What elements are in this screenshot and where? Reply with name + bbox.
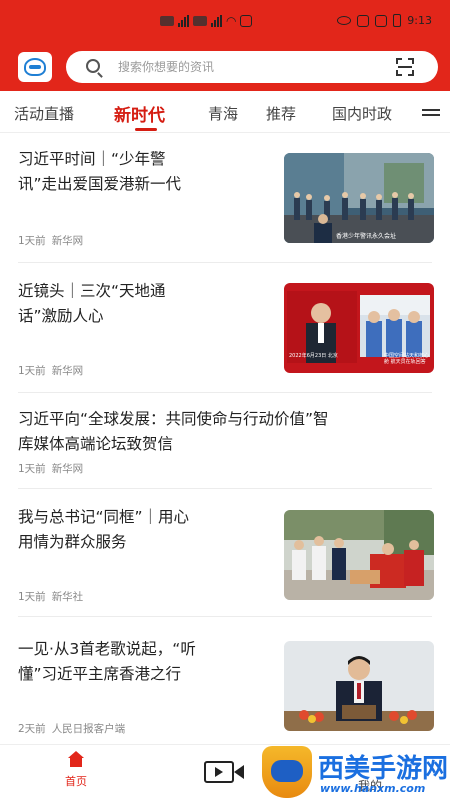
news-item[interactable]: 一见·从3首老歌说起，“听 懂”习近平主席香港之行 2天前 人民日报客户端 — [0, 617, 450, 744]
status-time: 9:13 — [407, 14, 432, 27]
watermark-logo-icon — [262, 746, 312, 798]
sim-icon — [160, 16, 174, 26]
tab-live[interactable]: 活动直播 — [14, 103, 74, 124]
wifi-icon: ◠ — [226, 14, 237, 28]
nav-home[interactable]: 首页 — [58, 751, 94, 789]
signal-area: ◠ — [160, 14, 253, 28]
news-thumbnail: 香港少年警讯永久会址 — [284, 153, 434, 243]
news-meta: 2天前 人民日报客户端 — [18, 721, 125, 736]
news-meta: 1天前 新华网 — [18, 461, 83, 476]
news-time: 1天前 — [18, 463, 46, 475]
search-bar[interactable] — [66, 51, 438, 83]
scan-icon[interactable] — [396, 58, 414, 76]
news-item[interactable]: 习近平时间｜“少年警 讯”走出爱国爱港新一代 1天前 新华网 香港少年警讯永久会… — [0, 133, 450, 263]
thumbnail-caption: 香港少年警讯永久会址 — [336, 233, 397, 240]
watermark: 西美手游网 www.hanxm.com — [262, 744, 450, 800]
status-right: 9:13 — [337, 14, 432, 27]
news-title: 习近平时间｜“少年警 讯”走出爱国爱港新一代 — [18, 150, 182, 193]
logo-icon — [24, 58, 46, 76]
news-title: 近镜头｜三次“天地通 话”激励人心 — [18, 282, 166, 325]
news-time: 1天前 — [18, 365, 46, 377]
search-icon — [86, 59, 100, 73]
news-thumbnail — [284, 510, 434, 600]
search-input[interactable] — [118, 57, 368, 77]
eye-comfort-icon — [337, 16, 352, 25]
tab-qinghai[interactable]: 青海 — [208, 103, 238, 124]
news-thumbnail — [284, 641, 434, 731]
sim-icon-2 — [193, 16, 207, 26]
news-item[interactable]: 我与总书记“同框”｜用心 用情为群众服务 1天前 新华社 — [0, 489, 450, 617]
watermark-url: www.hanxm.com — [320, 782, 426, 795]
tab-domestic-politics[interactable]: 国内时政 — [332, 103, 392, 124]
news-time: 1天前 — [18, 235, 46, 247]
signal-icon — [178, 15, 189, 27]
notification-icon — [240, 15, 253, 27]
nav-home-label: 首页 — [65, 775, 87, 788]
nfc-icon — [357, 14, 370, 27]
menu-icon[interactable] — [422, 109, 440, 119]
news-title: 一见·从3首老歌说起，“听 懂”习近平主席香港之行 — [18, 640, 196, 683]
home-icon — [67, 751, 85, 767]
video-icon[interactable] — [204, 757, 246, 787]
active-tab-indicator — [135, 128, 157, 131]
news-source: 新华网 — [51, 365, 84, 377]
news-meta: 1天前 新华社 — [18, 589, 83, 604]
battery-icon — [393, 14, 402, 27]
app-logo[interactable] — [18, 52, 52, 82]
news-meta: 1天前 新华网 — [18, 363, 83, 378]
thumbnail-caption: 中国空间站天和核心舱 航天员在轨回答 — [384, 353, 430, 365]
news-item[interactable]: 习近平向“全球发展：共同使命与行动价值”智 库媒体高端论坛致贺信 1天前 新华网 — [0, 393, 450, 489]
news-source: 新华社 — [51, 591, 84, 603]
news-source: 人民日报客户端 — [51, 723, 126, 735]
news-source: 新华网 — [51, 235, 84, 247]
thumbnail-caption: 2022年6月23日 北京 — [289, 353, 338, 359]
news-title: 我与总书记“同框”｜用心 用情为群众服务 — [18, 508, 190, 551]
news-meta: 1天前 新华网 — [18, 233, 83, 248]
news-thumbnail: 2022年6月23日 北京 中国空间站天和核心舱 航天员在轨回答 — [284, 283, 434, 373]
news-time: 2天前 — [18, 723, 46, 735]
app-header: ◠ 9:13 — [0, 0, 450, 91]
channel-tabs: 活动直播 新时代 青海 推荐 国内时政 — [0, 91, 450, 133]
signal-icon-2 — [211, 15, 222, 27]
news-time: 1天前 — [18, 591, 46, 603]
watermark-text: 西美手游网 — [318, 754, 449, 784]
tab-new-era[interactable]: 新时代 — [114, 101, 165, 126]
tab-recommend[interactable]: 推荐 — [266, 103, 296, 124]
news-title: 习近平向“全球发展：共同使命与行动价值”智 库媒体高端论坛致贺信 — [18, 410, 329, 453]
vibrate-icon — [375, 14, 388, 27]
status-bar: ◠ 9:13 — [0, 8, 450, 34]
news-item[interactable]: 近镜头｜三次“天地通 话”激励人心 1天前 新华网 2022年6月23日 北京 中… — [0, 263, 450, 393]
news-source: 新华网 — [51, 463, 84, 475]
